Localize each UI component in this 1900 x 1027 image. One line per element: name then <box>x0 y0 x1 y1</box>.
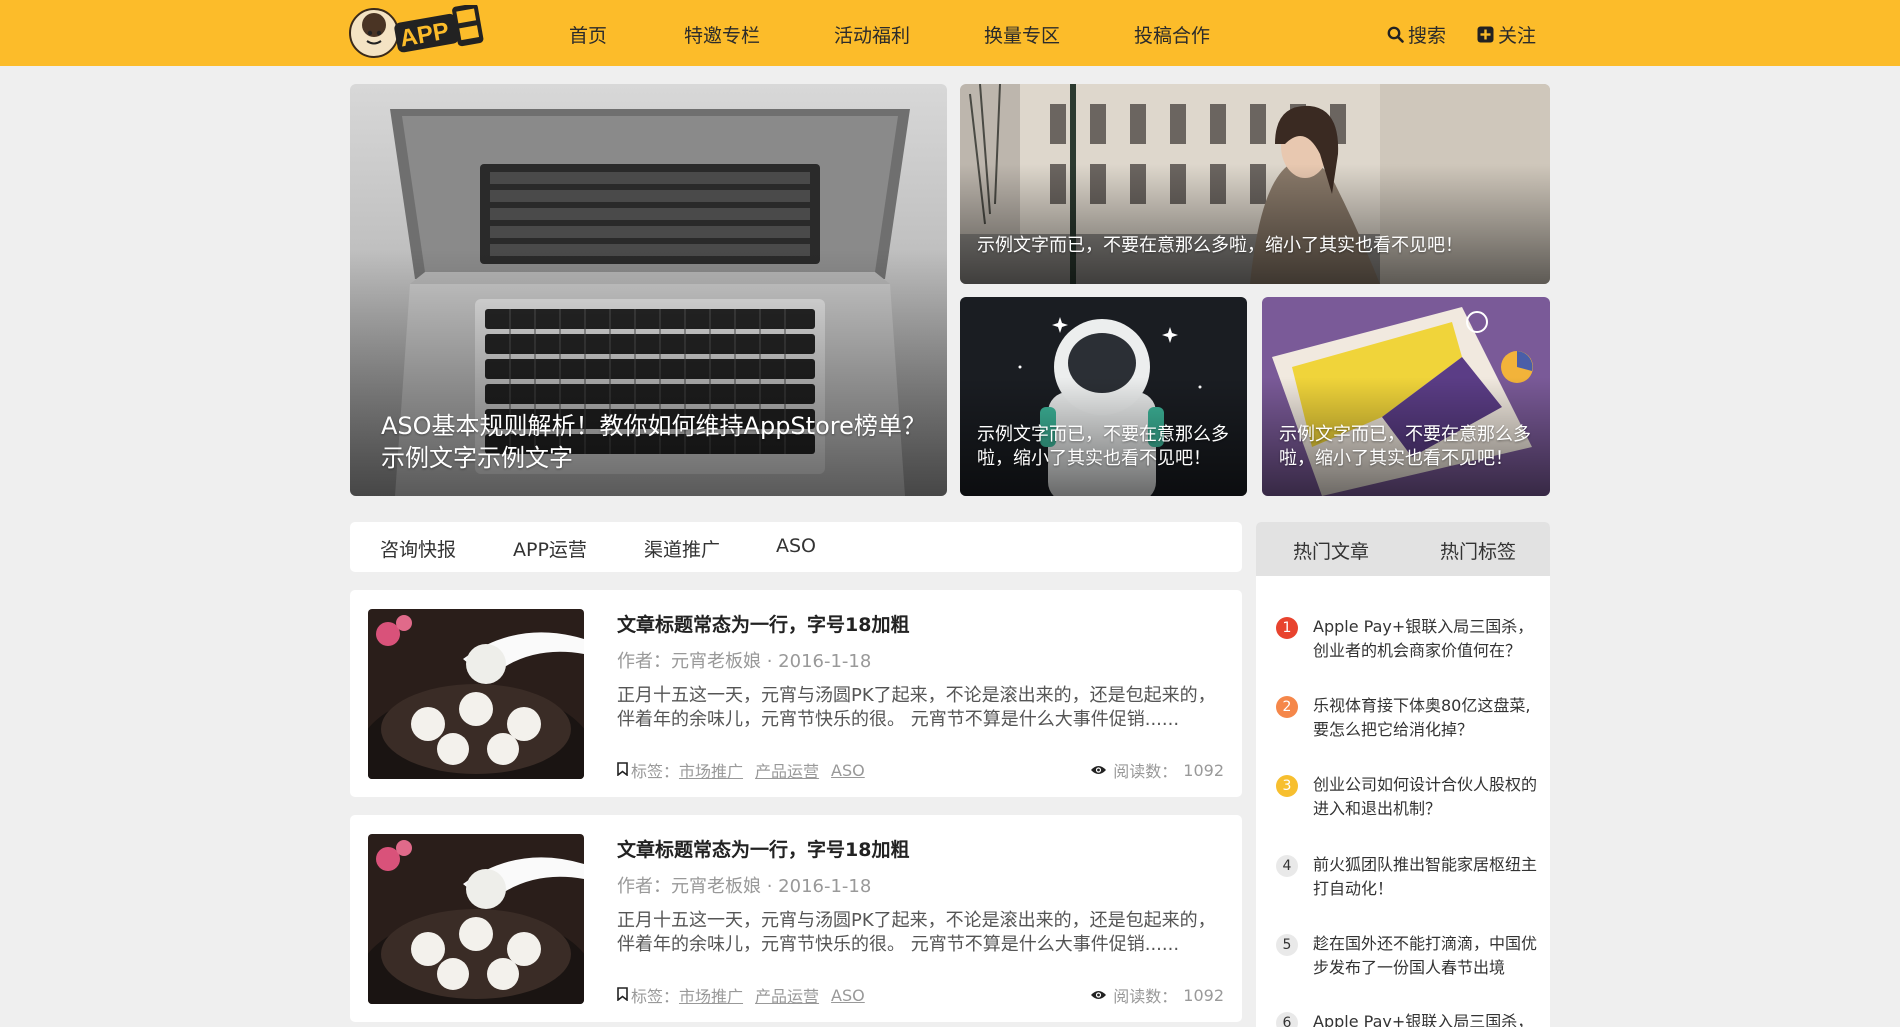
article-reads: 阅读数： 1092 <box>1090 758 1224 782</box>
banner-bottom-middle-caption: 示例文字而已，不要在意那么多啦，缩小了其实也看不见吧！ <box>977 424 1229 469</box>
search-label: 搜索 <box>1408 25 1447 47</box>
top-header: APP 首页 特邀专栏 活动福利 换量专区 投稿合作 搜索 关注 <box>0 0 1900 66</box>
article-tags: 标签： 市场推广 产品运营 ASO <box>617 983 877 1007</box>
search-button[interactable]: 搜索 <box>1387 21 1446 48</box>
nav-exchange-zone[interactable]: 换量专区 <box>984 21 1060 48</box>
plus-square-icon <box>1477 26 1494 43</box>
tags-label: 标签： <box>631 762 680 781</box>
rank-badge: 6 <box>1276 1012 1298 1027</box>
rank-badge: 3 <box>1276 775 1298 797</box>
nav-special-column[interactable]: 特邀专栏 <box>684 21 760 48</box>
banner-main-caption: ASO基本规则解析！教你如何维持AppStore榜单？示例文字示例文字 <box>381 412 926 472</box>
nav-home[interactable]: 首页 <box>569 21 607 48</box>
sidebar-hot: 热门文章 热门标签 1 Apple Pay+银联入局三国杀，创业者的机会商家价值… <box>1256 522 1550 1027</box>
tag-link[interactable]: 市场推广 <box>679 983 743 1007</box>
search-icon <box>1387 26 1404 43</box>
banner-top-right-caption: 示例文字而已，不要在意那么多啦，缩小了其实也看不见吧！ <box>977 235 1463 256</box>
tag-link[interactable]: 产品运营 <box>755 758 819 782</box>
reads-label: 阅读数： <box>1113 762 1178 781</box>
article-reads: 阅读数： 1092 <box>1090 983 1224 1007</box>
eye-icon <box>1090 986 1107 1005</box>
follow-button[interactable]: 关注 <box>1477 21 1536 48</box>
tab-app-ops[interactable]: APP运营 <box>513 535 587 562</box>
rank-badge: 2 <box>1276 696 1298 718</box>
site-logo[interactable]: APP <box>348 3 488 61</box>
article-excerpt: 正月十五这一天，元宵与汤圆PK了起来，不论是滚出来的，还是包起来的，伴着年的余味… <box>617 910 1216 955</box>
reads-count: 1092 <box>1183 985 1224 1005</box>
tag-link[interactable]: ASO <box>831 761 865 780</box>
reads-count: 1092 <box>1183 760 1224 780</box>
article-thumbnail[interactable] <box>368 609 584 779</box>
article-tags: 标签： 市场推广 产品运营 ASO <box>617 758 877 782</box>
article-title[interactable]: 文章标题常态为一行，字号18加粗 <box>617 610 909 637</box>
article-thumbnail[interactable] <box>368 834 584 1004</box>
banner-bottom-middle[interactable]: 示例文字而已，不要在意那么多啦，缩小了其实也看不见吧！ <box>960 297 1247 496</box>
eye-icon <box>1090 761 1107 780</box>
sidebar-tab-bar: 热门文章 热门标签 <box>1256 522 1550 576</box>
banner-top-right[interactable]: 示例文字而已，不要在意那么多啦，缩小了其实也看不见吧！ <box>960 84 1550 284</box>
tab-hot-articles[interactable]: 热门文章 <box>1293 537 1369 564</box>
hot-article-title: 乐视体育接下体奥80亿这盘菜, 要怎么把它给消化掉？ <box>1313 696 1531 739</box>
hot-article-title: 趁在国外还不能打滴滴，中国优步发布了一份国人春节出境 <box>1313 934 1538 977</box>
article-meta: 作者：元宵老板娘 · 2016-1-18 <box>617 651 872 672</box>
caption-shade <box>960 164 1550 284</box>
tab-aso[interactable]: ASO <box>776 535 816 557</box>
tags-label: 标签： <box>631 987 680 1006</box>
hot-article-title: Apple Pay+银联入局三国杀，创业者的机会商家价值何在？ <box>1313 617 1534 660</box>
hot-article-title: 创业公司如何设计合伙人股权的进入和退出机制？ <box>1313 775 1538 818</box>
article-excerpt: 正月十五这一天，元宵与汤圆PK了起来，不论是滚出来的，还是包起来的，伴着年的余味… <box>617 685 1216 730</box>
tab-channel-promo[interactable]: 渠道推广 <box>644 535 720 562</box>
article-meta: 作者：元宵老板娘 · 2016-1-18 <box>617 876 872 897</box>
rank-badge: 5 <box>1276 934 1298 956</box>
tag-link[interactable]: 市场推广 <box>679 758 743 782</box>
hot-article-title: 前火狐团队推出智能家居枢纽主打自动化！ <box>1313 855 1538 898</box>
article-title[interactable]: 文章标题常态为一行，字号18加粗 <box>617 835 909 862</box>
reads-label: 阅读数： <box>1113 987 1178 1006</box>
article-card: 文章标题常态为一行，字号18加粗 作者：元宵老板娘 · 2016-1-18 正月… <box>350 590 1242 797</box>
hot-article-title: Apple Pay+银联入局三国杀， <box>1313 1012 1534 1027</box>
banner-main[interactable]: ASO基本规则解析！教你如何维持AppStore榜单？示例文字示例文字 <box>350 84 947 496</box>
banner-bottom-right[interactable]: 示例文字而已，不要在意那么多啦，缩小了其实也看不见吧！ <box>1262 297 1550 496</box>
follow-label: 关注 <box>1498 25 1537 47</box>
bookmark-icon <box>617 986 628 1005</box>
nav-contribute[interactable]: 投稿合作 <box>1134 21 1210 48</box>
category-tab-bar: 咨询快报 APP运营 渠道推广 ASO <box>350 522 1242 572</box>
bookmark-icon <box>617 761 628 780</box>
tag-link[interactable]: ASO <box>831 986 865 1005</box>
tab-news[interactable]: 咨询快报 <box>380 535 456 562</box>
nav-activity-benefits[interactable]: 活动福利 <box>834 21 910 48</box>
tab-hot-tags[interactable]: 热门标签 <box>1440 537 1516 564</box>
rank-badge: 4 <box>1276 855 1298 877</box>
rank-badge: 1 <box>1276 617 1298 639</box>
article-card: 文章标题常态为一行，字号18加粗 作者：元宵老板娘 · 2016-1-18 正月… <box>350 815 1242 1022</box>
banner-bottom-right-caption: 示例文字而已，不要在意那么多啦，缩小了其实也看不见吧！ <box>1279 424 1531 469</box>
tag-link[interactable]: 产品运营 <box>755 983 819 1007</box>
